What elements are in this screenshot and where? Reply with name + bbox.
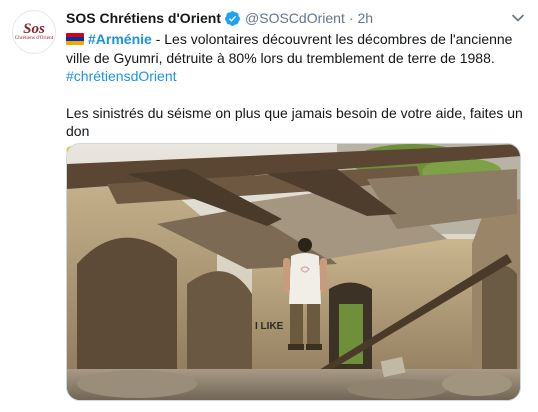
tweet[interactable]: Sos Chrétiens d'Orient SOS Chrétiens d'O… [0,0,538,412]
chevron-down-icon[interactable] [510,10,526,26]
user-handle[interactable]: @SOSCdOrient [245,10,345,26]
ruins-photo: I LIKE [67,144,520,400]
display-name[interactable]: SOS Chrétiens d'Orient [66,10,221,26]
tweet-text: #Arménie - Les volontaires découvrent le… [66,30,528,159]
tweet-photo[interactable]: I LIKE [66,143,521,401]
avatar[interactable]: Sos Chrétiens d'Orient [12,10,56,54]
avatar-logo-subtitle: Chrétiens d'Orient [14,36,54,41]
avatar-logo-mark: Sos [23,21,45,37]
armenia-flag-icon [66,33,84,45]
tweet-paragraph-1: #Arménie - Les volontaires découvrent le… [66,30,528,67]
verified-badge-icon [225,10,240,26]
hashtag-armenie[interactable]: #Arménie [88,31,152,47]
timestamp[interactable]: 2h [358,10,374,26]
separator-dot: · [348,10,354,26]
tweet-paragraph-2: Les sinistrés du séisme on plus que jama… [66,104,528,141]
tweet-header: SOS Chrétiens d'Orient @SOSCdOrient · 2h [66,8,526,28]
hashtag-chretiensdorient[interactable]: #chrétiensdOrient [66,68,177,84]
image-graffiti: I LIKE [255,321,284,332]
tweet-text-paragraph2: Les sinistrés du séisme on plus que jama… [66,104,523,140]
